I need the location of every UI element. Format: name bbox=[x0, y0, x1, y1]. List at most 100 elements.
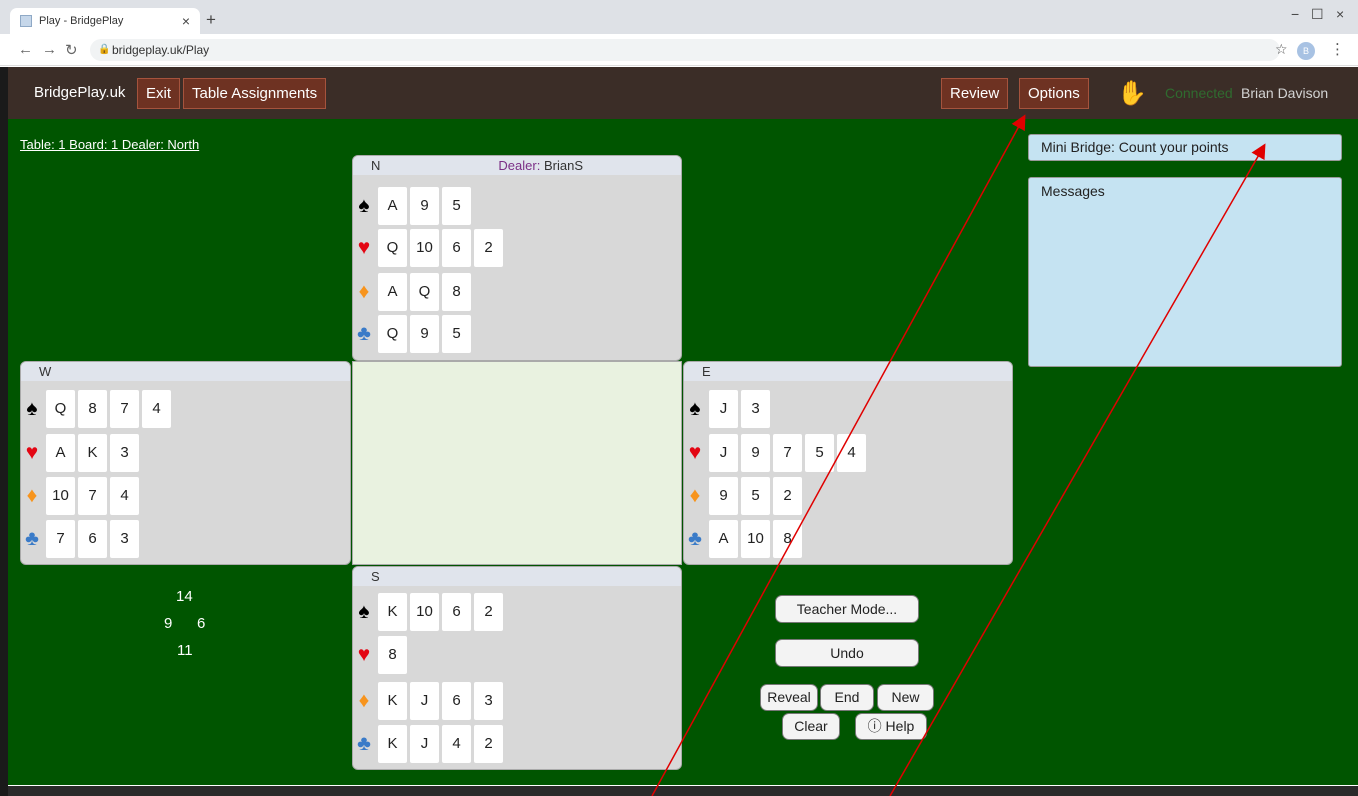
south-card[interactable]: 3 bbox=[474, 682, 503, 720]
west-card[interactable]: K bbox=[78, 434, 107, 472]
bookmark-star-icon[interactable]: ☆ bbox=[1275, 41, 1288, 58]
north-card[interactable]: 6 bbox=[442, 229, 471, 267]
west-card[interactable]: 4 bbox=[110, 477, 139, 515]
spade-icon: ♠ bbox=[26, 397, 38, 420]
messages-panel: Messages bbox=[1028, 177, 1342, 367]
west-card[interactable]: 7 bbox=[46, 520, 75, 558]
reload-icon[interactable]: ↻ bbox=[65, 41, 78, 59]
url-field[interactable]: 🔒 bridgeplay.uk/Play bbox=[90, 39, 1280, 61]
table-assignments-button[interactable]: Table Assignments bbox=[183, 78, 327, 109]
os-taskbar bbox=[8, 786, 1358, 796]
north-card[interactable]: Q bbox=[378, 315, 407, 353]
south-card[interactable]: 8 bbox=[378, 636, 407, 674]
east-card[interactable]: 3 bbox=[741, 390, 770, 428]
board-info-link[interactable]: Table: 1 Board: 1 Dealer: North bbox=[20, 137, 199, 152]
end-button[interactable]: End bbox=[820, 684, 874, 711]
help-icon: ⓘ bbox=[867, 718, 882, 734]
undo-button[interactable]: Undo bbox=[775, 639, 919, 667]
west-card[interactable]: 3 bbox=[110, 520, 139, 558]
north-card[interactable]: A bbox=[378, 273, 407, 311]
south-seat-label: S bbox=[371, 569, 380, 584]
favicon-icon bbox=[20, 15, 32, 27]
east-hearts-row: ♥ J 9 7 5 4 bbox=[684, 433, 869, 473]
west-spades-row: ♠ Q 8 7 4 bbox=[21, 389, 174, 429]
east-card[interactable]: A bbox=[709, 520, 738, 558]
north-card[interactable]: Q bbox=[410, 273, 439, 311]
south-clubs-row: ♣ K J 4 2 bbox=[353, 724, 506, 764]
west-card[interactable]: A bbox=[46, 434, 75, 472]
south-spades-row: ♠ K 10 6 2 bbox=[353, 592, 506, 632]
window-close-icon[interactable]: × bbox=[1336, 6, 1344, 22]
profile-avatar[interactable]: B bbox=[1297, 42, 1315, 60]
north-card[interactable]: Q bbox=[378, 229, 407, 267]
east-card[interactable]: 7 bbox=[773, 434, 802, 472]
raise-hand-icon[interactable]: ✋ bbox=[1117, 79, 1147, 108]
south-card[interactable]: J bbox=[410, 682, 439, 720]
west-card[interactable]: Q bbox=[46, 390, 75, 428]
clear-button[interactable]: Clear bbox=[782, 713, 840, 740]
heart-icon: ♥ bbox=[688, 441, 702, 464]
east-card[interactable]: 5 bbox=[805, 434, 834, 472]
teacher-mode-button[interactable]: Teacher Mode... bbox=[775, 595, 919, 623]
back-icon[interactable]: ← bbox=[18, 41, 33, 58]
app-nav-bar: BridgePlay.uk Exit Table Assignments Rev… bbox=[8, 67, 1358, 119]
west-card[interactable]: 10 bbox=[46, 477, 75, 515]
spade-icon: ♠ bbox=[689, 397, 701, 420]
east-card[interactable]: 8 bbox=[773, 520, 802, 558]
heart-icon: ♥ bbox=[25, 441, 39, 464]
east-card[interactable]: 9 bbox=[709, 477, 738, 515]
south-card[interactable]: 4 bbox=[442, 725, 471, 763]
north-card[interactable]: 9 bbox=[410, 315, 439, 353]
east-seat-label: E bbox=[702, 364, 711, 379]
menu-kebab-icon[interactable]: ⋮ bbox=[1330, 40, 1345, 58]
east-card[interactable]: 4 bbox=[837, 434, 866, 472]
west-card[interactable]: 7 bbox=[78, 477, 107, 515]
south-card[interactable]: 2 bbox=[474, 725, 503, 763]
north-card[interactable]: 5 bbox=[442, 315, 471, 353]
west-card[interactable]: 7 bbox=[110, 390, 139, 428]
options-button[interactable]: Options bbox=[1019, 78, 1089, 109]
east-card[interactable]: 5 bbox=[741, 477, 770, 515]
east-card[interactable]: J bbox=[709, 390, 738, 428]
west-seat-label: W bbox=[39, 364, 52, 379]
help-button[interactable]: ⓘ Help bbox=[855, 713, 927, 740]
south-card[interactable]: J bbox=[410, 725, 439, 763]
new-tab-icon[interactable]: + bbox=[206, 10, 216, 30]
east-card[interactable]: J bbox=[709, 434, 738, 472]
south-hand: S ♠ K 10 6 2 ♥ 8 ♦ K J 6 3 ♣ K J 4 2 bbox=[352, 566, 682, 770]
south-card[interactable]: 6 bbox=[442, 682, 471, 720]
west-card[interactable]: 4 bbox=[142, 390, 171, 428]
brand-link[interactable]: BridgePlay.uk bbox=[34, 84, 125, 101]
close-tab-icon[interactable]: × bbox=[182, 13, 190, 29]
browser-tab[interactable]: Play - BridgePlay × bbox=[10, 8, 200, 34]
diamond-icon: ♦ bbox=[689, 484, 701, 507]
review-button[interactable]: Review bbox=[941, 78, 1009, 109]
north-card[interactable]: 9 bbox=[410, 187, 439, 225]
north-hand-header: N Dealer: BrianS bbox=[353, 156, 681, 175]
north-card[interactable]: 8 bbox=[442, 273, 471, 311]
south-card[interactable]: K bbox=[378, 725, 407, 763]
forward-icon[interactable]: → bbox=[42, 41, 57, 58]
east-card[interactable]: 10 bbox=[741, 520, 770, 558]
reveal-button[interactable]: Reveal bbox=[760, 684, 818, 711]
north-card[interactable]: 5 bbox=[442, 187, 471, 225]
west-card[interactable]: 8 bbox=[78, 390, 107, 428]
south-card[interactable]: 10 bbox=[410, 593, 439, 631]
north-card[interactable]: 10 bbox=[410, 229, 439, 267]
east-card[interactable]: 9 bbox=[741, 434, 770, 472]
south-card[interactable]: K bbox=[378, 682, 407, 720]
north-card[interactable]: 2 bbox=[474, 229, 503, 267]
north-hearts-row: ♥ Q 10 6 2 bbox=[353, 228, 506, 268]
south-card[interactable]: K bbox=[378, 593, 407, 631]
east-card[interactable]: 2 bbox=[773, 477, 802, 515]
exit-button[interactable]: Exit bbox=[137, 78, 181, 109]
maximize-icon[interactable]: ☐ bbox=[1311, 6, 1324, 23]
south-card[interactable]: 6 bbox=[442, 593, 471, 631]
new-button[interactable]: New bbox=[877, 684, 934, 711]
south-card[interactable]: 2 bbox=[474, 593, 503, 631]
west-card[interactable]: 3 bbox=[110, 434, 139, 472]
north-diamonds-row: ♦ A Q 8 bbox=[353, 272, 474, 312]
minimize-icon[interactable]: − bbox=[1291, 6, 1299, 22]
north-card[interactable]: A bbox=[378, 187, 407, 225]
west-card[interactable]: 6 bbox=[78, 520, 107, 558]
